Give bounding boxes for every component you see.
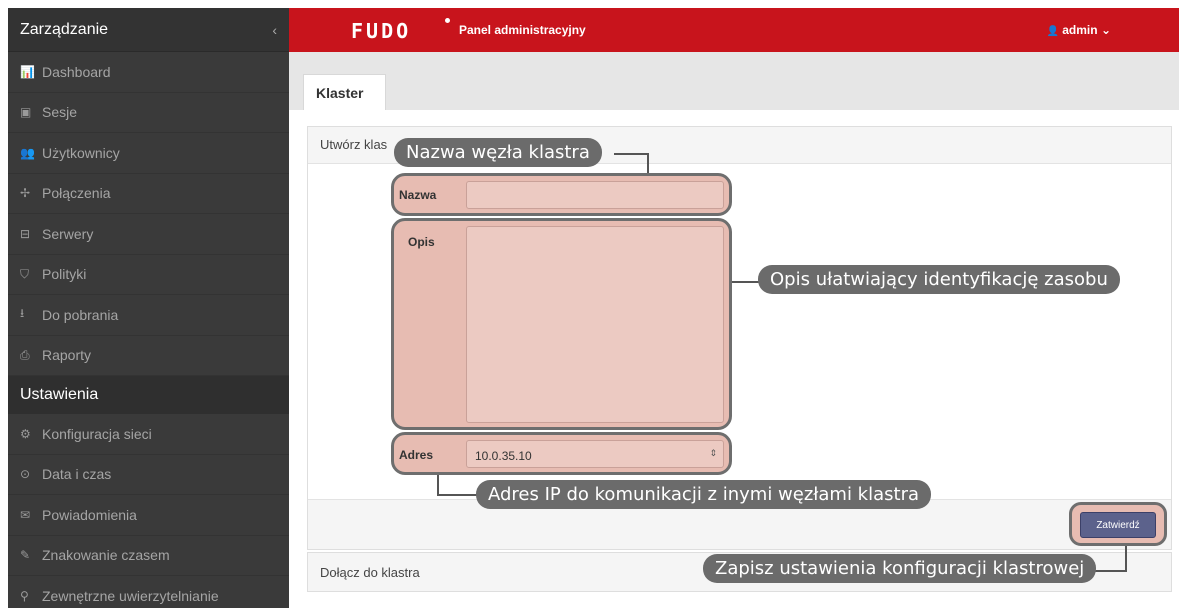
collapse-icon[interactable]: ‹ <box>272 22 277 38</box>
sidebar-item-label: Polityki <box>42 266 87 283</box>
user-icon: 👤 <box>1046 26 1059 37</box>
sidebar-item-timestamping[interactable]: ✎ Znakowanie czasem <box>8 536 289 576</box>
callout-submit: Zapisz ustawienia konfiguracji klastrowe… <box>703 554 1097 583</box>
connector-line <box>437 494 477 496</box>
user-menu[interactable]: 👤 admin ⌄ <box>1046 23 1111 37</box>
connections-icon: ✢ <box>20 186 31 201</box>
sidebar-item-connections[interactable]: ✢ Połączenia <box>8 174 289 214</box>
sidebar-item-users[interactable]: 👥 Użytkownicy <box>8 133 289 174</box>
sidebar-item-label: Serwery <box>42 225 94 242</box>
description-field-highlight: Opis <box>391 218 732 430</box>
sidebar-header: Zarządzanie ‹ <box>8 8 289 52</box>
sidebar-section-settings: Ustawienia <box>8 376 289 414</box>
print-icon: ⎙ <box>20 347 30 362</box>
tab-cluster[interactable]: Klaster <box>303 74 386 110</box>
sidebar-item-reports[interactable]: ⎙ Raporty <box>8 336 289 376</box>
download-icon: ⭳ <box>20 306 25 321</box>
address-value: 10.0.35.10 <box>475 449 532 463</box>
shield-icon: ⛉ <box>20 266 30 281</box>
submit-highlight: Zatwierdź <box>1069 502 1167 546</box>
address-select[interactable]: 10.0.35.10 ⇕ <box>466 440 724 468</box>
sidebar-item-label: Użytkownicy <box>42 144 120 161</box>
sidebar: Zarządzanie ‹ 📊 Dashboard ▣ Sesje 👥 Użytkow… <box>8 8 289 608</box>
address-label: Adres <box>399 448 434 462</box>
callout-description: Opis ułatwiający identyfikację zasobu <box>758 265 1120 294</box>
sidebar-item-label: Dashboard <box>42 63 111 80</box>
sidebar-item-label: Raporty <box>42 347 92 364</box>
sidebar-item-network[interactable]: ⚙ Konfiguracja sieci <box>8 414 289 455</box>
connector-line <box>1125 546 1127 571</box>
sidebar-item-label: Data i czas <box>42 466 112 483</box>
sidebar-item-datetime[interactable]: ⊙ Data i czas <box>8 455 289 495</box>
connector-line <box>732 281 760 283</box>
description-textarea[interactable] <box>466 226 724 423</box>
fudo-logo: FUDO <box>351 19 412 43</box>
sessions-icon: ▣ <box>20 105 32 120</box>
sidebar-item-policies[interactable]: ⛉ Polityki <box>8 255 289 295</box>
sidebar-item-external-auth[interactable]: ⚲ Zewnętrzne uwierzytelnianie <box>8 576 289 608</box>
sidebar-item-label: Konfiguracja sieci <box>42 425 152 442</box>
top-bar: FUDO Panel administracyjny 👤 admin ⌄ <box>289 8 1179 52</box>
app-root: Zarządzanie ‹ 📊 Dashboard ▣ Sesje 👥 Użytkow… <box>0 0 1179 608</box>
submit-button[interactable]: Zatwierdź <box>1080 512 1156 538</box>
panel-title: Panel administracyjny <box>459 23 586 37</box>
select-arrows-icon: ⇕ <box>709 448 717 458</box>
dashboard-icon: 📊 <box>20 64 35 79</box>
sidebar-item-servers[interactable]: ⊟ Serwery <box>8 214 289 255</box>
user-name: admin <box>1062 23 1098 37</box>
tabs-area: Klaster <box>289 52 1179 110</box>
key-icon: ⚲ <box>20 588 29 603</box>
sidebar-title: Zarządzanie <box>20 20 109 38</box>
sidebar-item-label: Połączenia <box>42 185 111 202</box>
sidebar-item-downloads[interactable]: ⭳ Do pobrania <box>8 295 289 336</box>
servers-icon: ⊟ <box>20 226 31 241</box>
name-label: Nazwa <box>399 188 437 202</box>
sidebar-item-label: Powiadomienia <box>42 506 137 523</box>
chevron-down-icon: ⌄ <box>1100 23 1111 37</box>
address-field-highlight: Adres 10.0.35.10 ⇕ <box>391 432 732 475</box>
sidebar-item-notifications[interactable]: ✉ Powiadomienia <box>8 495 289 536</box>
logo-dot <box>445 18 450 23</box>
gears-icon: ⚙ <box>20 426 31 441</box>
sidebar-item-label: Zewnętrzne uwierzytelnianie <box>42 587 219 604</box>
users-icon: 👥 <box>20 145 35 160</box>
sidebar-item-sessions[interactable]: ▣ Sesje <box>8 93 289 133</box>
callout-address: Adres IP do komunikacji z inymi węzłami … <box>476 480 932 509</box>
sidebar-item-label: Znakowanie czasem <box>42 547 170 564</box>
sidebar-item-dashboard[interactable]: 📊 Dashboard <box>8 52 289 93</box>
connector-line <box>614 153 648 155</box>
sidebar-item-label: Sesje <box>42 104 78 121</box>
clock-icon: ⊙ <box>20 467 31 482</box>
connector-line <box>647 153 649 173</box>
edit-icon: ✎ <box>20 548 31 563</box>
connector-line <box>437 475 439 495</box>
sidebar-item-label: Do pobrania <box>42 306 119 323</box>
envelope-icon: ✉ <box>20 507 31 522</box>
name-field-highlight: Nazwa <box>391 173 732 216</box>
callout-name: Nazwa węzła klastra <box>394 138 602 167</box>
name-input[interactable] <box>466 181 724 209</box>
description-label: Opis <box>408 235 435 249</box>
